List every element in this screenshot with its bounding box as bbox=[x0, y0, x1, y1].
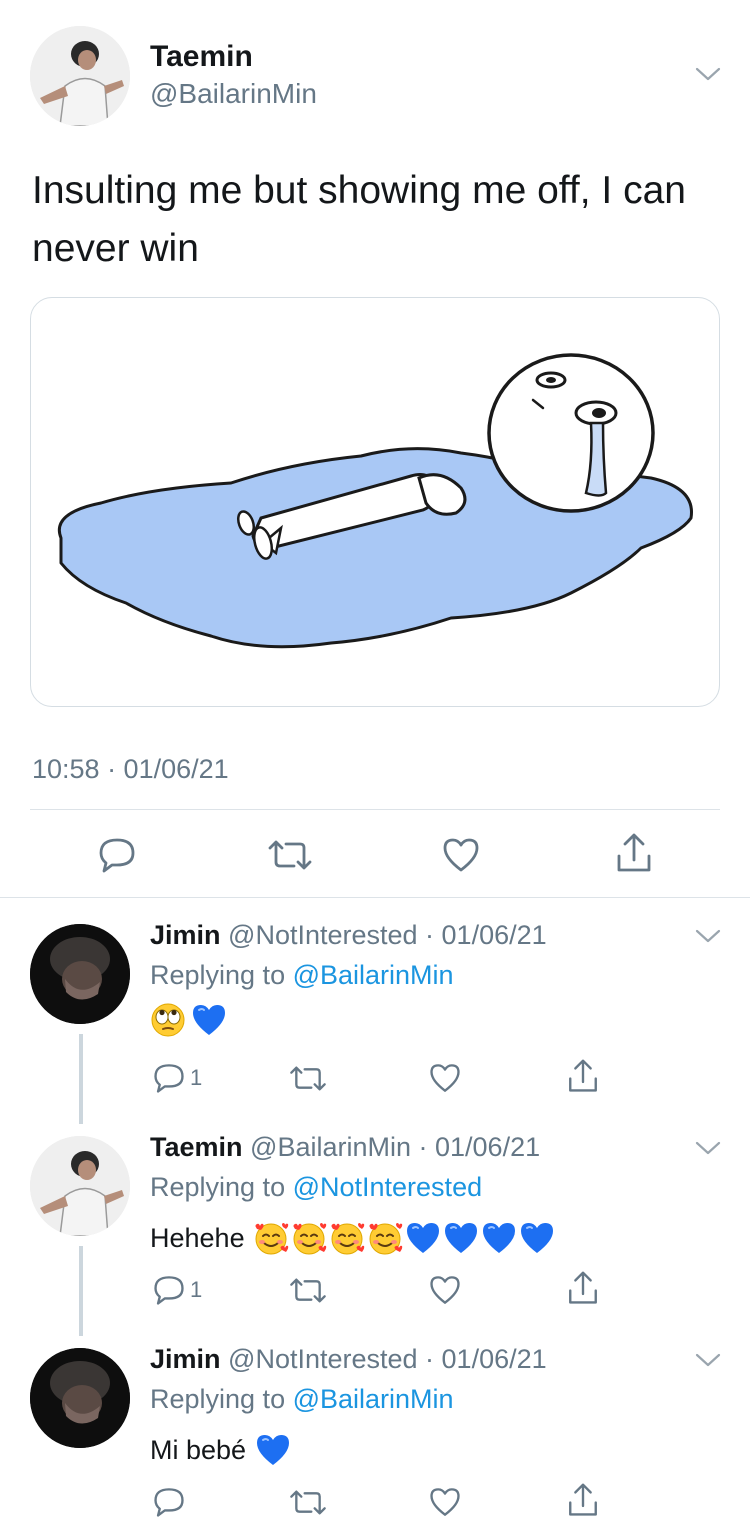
smiling-face-with-hearts-emoji bbox=[255, 1222, 289, 1255]
chevron-down-icon[interactable] bbox=[694, 64, 722, 84]
heart-icon[interactable] bbox=[428, 1486, 462, 1518]
divider bbox=[0, 897, 750, 898]
author-meta: @NotInterested · 01/06/21 bbox=[228, 1344, 547, 1374]
author-name[interactable]: Taemin bbox=[150, 1132, 243, 1162]
smiling-face-with-hearts-emoji bbox=[331, 1222, 365, 1255]
avatar[interactable] bbox=[30, 26, 130, 126]
share-icon[interactable] bbox=[566, 1482, 600, 1518]
reply-header: Taemin @BailarinMin · 01/06/21 bbox=[150, 1132, 540, 1163]
reply-icon[interactable] bbox=[152, 1274, 186, 1306]
replying-to: Replying to @NotInterested bbox=[150, 1172, 482, 1203]
retweet-icon[interactable] bbox=[266, 838, 314, 872]
tweet-text: Insulting me but showing me off, I can n… bbox=[32, 169, 686, 270]
replying-to-handle[interactable]: @NotInterested bbox=[293, 1172, 483, 1202]
blue-heart-emoji bbox=[193, 1005, 226, 1035]
replying-to: Replying to @BailarinMin bbox=[150, 960, 454, 991]
tweet-image[interactable] bbox=[30, 297, 720, 707]
blue-heart-emoji bbox=[407, 1222, 440, 1253]
thread-line bbox=[79, 1246, 83, 1336]
reply-header: Jimin @NotInterested · 01/06/21 bbox=[150, 920, 547, 951]
blue-heart-emoji bbox=[521, 1222, 554, 1253]
retweet-icon[interactable] bbox=[288, 1276, 328, 1305]
author-name[interactable]: Taemin bbox=[150, 40, 253, 74]
smiling-face-with-hearts-emoji bbox=[369, 1222, 403, 1255]
heart-icon[interactable] bbox=[428, 1062, 462, 1094]
heart-icon[interactable] bbox=[441, 836, 481, 874]
share-icon[interactable] bbox=[566, 1058, 600, 1094]
avatar[interactable] bbox=[30, 924, 130, 1024]
blue-heart-emoji bbox=[445, 1222, 478, 1253]
reply-count: 1 bbox=[190, 1065, 203, 1090]
replying-prefix: Replying to bbox=[150, 1384, 293, 1414]
reply-icon[interactable] bbox=[152, 1062, 186, 1094]
replying-to-handle[interactable]: @BailarinMin bbox=[293, 960, 454, 990]
replying-to: Replying to @BailarinMin bbox=[150, 1384, 454, 1415]
reply-icon[interactable] bbox=[97, 836, 137, 874]
retweet-icon[interactable] bbox=[288, 1064, 328, 1093]
author-meta: @BailarinMin · 01/06/21 bbox=[250, 1132, 541, 1162]
replying-to-handle[interactable]: @BailarinMin bbox=[293, 1384, 454, 1414]
divider bbox=[30, 809, 720, 810]
thread-line bbox=[79, 1034, 83, 1124]
reply-text: Mi bebé bbox=[150, 1428, 292, 1470]
blue-heart-emoji bbox=[483, 1222, 516, 1253]
chevron-down-icon[interactable] bbox=[694, 1138, 722, 1158]
author-meta: @NotInterested · 01/06/21 bbox=[228, 920, 547, 950]
eye-roll-emoji bbox=[151, 1003, 185, 1037]
reply-icon[interactable] bbox=[152, 1486, 186, 1518]
reply-header: Jimin @NotInterested · 01/06/21 bbox=[150, 1344, 547, 1375]
heart-icon[interactable] bbox=[428, 1274, 462, 1306]
reply-count: 1 bbox=[190, 1277, 203, 1302]
retweet-icon[interactable] bbox=[288, 1488, 328, 1517]
reply-text-content: Hehehe bbox=[150, 1222, 245, 1253]
blue-heart-emoji bbox=[256, 1434, 289, 1465]
emoji-row bbox=[252, 1221, 556, 1255]
smiling-face-with-hearts-emoji bbox=[293, 1222, 327, 1255]
reply-text: Hehehe bbox=[150, 1216, 556, 1258]
author-name[interactable]: Jimin bbox=[150, 920, 221, 950]
replying-prefix: Replying to bbox=[150, 960, 293, 990]
chevron-down-icon[interactable] bbox=[694, 1350, 722, 1370]
author-handle[interactable]: @BailarinMin bbox=[150, 78, 317, 110]
share-icon[interactable] bbox=[614, 832, 654, 874]
reply-text-content: Mi bebé bbox=[150, 1434, 247, 1465]
chevron-down-icon[interactable] bbox=[694, 926, 722, 946]
tweet-timestamp: 10:58 · 01/06/21 bbox=[32, 754, 229, 784]
avatar[interactable] bbox=[30, 1136, 130, 1236]
replying-prefix: Replying to bbox=[150, 1172, 293, 1202]
share-icon[interactable] bbox=[566, 1270, 600, 1306]
author-name[interactable]: Jimin bbox=[150, 1344, 221, 1374]
reply-text bbox=[150, 1002, 228, 1042]
avatar[interactable] bbox=[30, 1348, 130, 1448]
